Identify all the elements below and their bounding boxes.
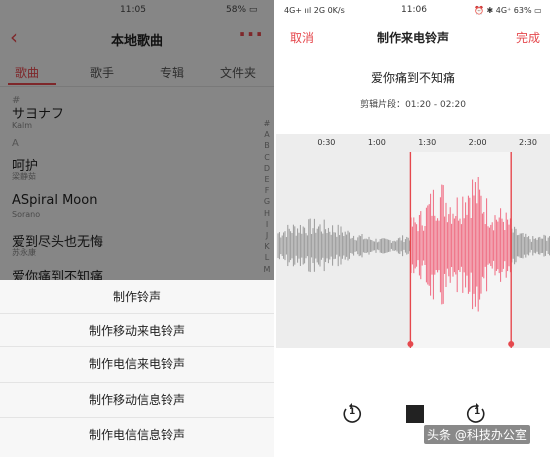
forward-seconds: 1 (474, 407, 481, 417)
status-bar: 4G+ ııl 2G 0K/s 11:06 ⏰ ✱ 4G⁺ 63% ▭ (276, 0, 550, 20)
clip-range: 剪辑片段：01:20 - 02:20 (360, 100, 466, 110)
page-title: 制作来电铃声 (376, 31, 449, 45)
sheet-item-telecom-call-ringtone[interactable]: 制作电信来电铃声 (0, 346, 274, 382)
left-phone-screen: 11:05 58% ▭ ‹ 本地歌曲 ··· 歌曲 歌手 专辑 文件夹 # サヨ… (0, 0, 274, 457)
status-time: 11:06 (401, 5, 427, 15)
sheet-item-mobile-call-ringtone[interactable]: 制作移动来电铃声 (0, 313, 274, 349)
sheet-item-mobile-message-ringtone[interactable]: 制作移动信息铃声 (0, 382, 274, 418)
watermark: 头条 @科技办公室 (424, 425, 530, 444)
done-button[interactable]: 完成 (516, 29, 540, 46)
sheet-item-telecom-message-ringtone[interactable]: 制作电信信息铃声 (0, 417, 274, 453)
stop-button[interactable] (406, 405, 424, 423)
start-handle-knob[interactable] (407, 341, 414, 347)
sheet-item-make-ringtone[interactable]: 制作铃声 (0, 280, 274, 315)
right-phone-screen: 4G+ ııl 2G 0K/s 11:06 ⏰ ✱ 4G⁺ 63% ▭ 取消 制… (276, 0, 550, 457)
action-sheet: 制作铃声 制作移动来电铃声 制作电信来电铃声 制作移动信息铃声 制作电信信息铃声 (0, 280, 274, 457)
waveform[interactable] (276, 134, 550, 348)
stop-icon (406, 405, 424, 423)
dim-overlay[interactable] (0, 0, 274, 286)
status-network: 4G+ ııl 2G 0K/s (284, 6, 345, 15)
nav-bar: 取消 制作来电铃声 完成 (276, 22, 550, 48)
rewind-button[interactable]: 1 (340, 402, 364, 430)
status-battery: ⏰ ✱ 4G⁺ 63% ▭ (474, 6, 542, 15)
song-name: 爱你痛到不知痛 (370, 71, 455, 85)
rewind-seconds: 1 (349, 407, 356, 417)
end-handle-knob[interactable] (508, 341, 515, 347)
